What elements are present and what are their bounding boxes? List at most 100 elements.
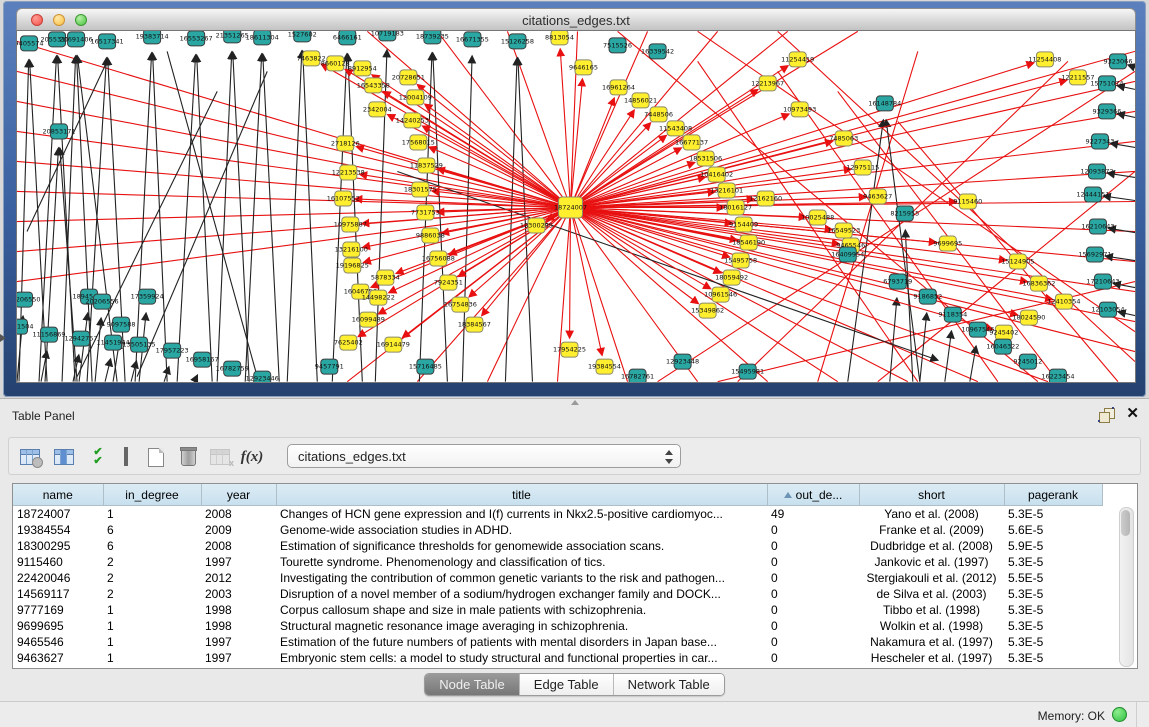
cell-in-degree: 2 — [103, 554, 201, 570]
node-label: 16099489 — [352, 316, 385, 324]
function-builder-icon[interactable]: f(x) — [239, 444, 265, 470]
memory-ok-indicator-icon[interactable] — [1112, 707, 1127, 722]
node-label: 16958167 — [186, 356, 219, 364]
node-label: 14498222 — [362, 294, 395, 302]
node-label: 13216100 — [335, 246, 368, 254]
cell-in-degree: 1 — [103, 506, 201, 523]
node-label: 16339542 — [641, 47, 674, 55]
node-label: 9323066 — [1104, 57, 1133, 65]
cell-out-de-: 0 — [767, 522, 859, 538]
node-label: 7485063 — [829, 134, 858, 142]
cell-short: Wolkin et al. (1998) — [859, 618, 1004, 634]
row-height-icon[interactable] — [113, 444, 139, 470]
node-label: 12213538 — [332, 168, 365, 176]
cell-in-degree: 1 — [103, 618, 201, 634]
column-header-year[interactable]: year — [201, 484, 276, 506]
cell-name: 9465546 — [13, 634, 103, 650]
column-header-out-de-[interactable]: out_de... — [767, 484, 859, 506]
table-scrollbar[interactable] — [1119, 507, 1134, 667]
table-row[interactable]: 1872400712008Changes of HCN gene express… — [13, 506, 1102, 523]
node-label: 9227343 — [1085, 137, 1114, 145]
column-header-short[interactable]: short — [859, 484, 1004, 506]
node-label: 8813054 — [545, 33, 574, 41]
scrollbar-thumb[interactable] — [1121, 510, 1130, 536]
node-label: 20728651 — [392, 73, 425, 81]
cell-pagerank: 5.3E-5 — [1004, 650, 1102, 666]
table-row[interactable]: 911546021997Tourette syndrome. Phenomeno… — [13, 554, 1102, 570]
cell-year: 2012 — [201, 570, 276, 586]
column-header-in-degree[interactable]: in_degree — [103, 484, 201, 506]
network-window-title: citations_edges.txt — [17, 13, 1135, 28]
node-label: 16961264 — [602, 83, 635, 91]
node-label: 16836362 — [1022, 280, 1055, 288]
network-window-titlebar[interactable]: citations_edges.txt — [16, 8, 1136, 31]
float-panel-icon[interactable] — [1099, 408, 1115, 423]
cell-short: Stergiakouli et al. (2012) — [859, 570, 1004, 586]
cell-year: 2009 — [201, 522, 276, 538]
node-label: 7515526 — [603, 41, 632, 49]
cell-short: Jankovic et al. (1997) — [859, 554, 1004, 570]
table-row[interactable]: 969969511998Structural magnetic resonanc… — [13, 618, 1102, 634]
show-column-icon[interactable] — [51, 444, 77, 470]
network-table-select-value: citations_edges.txt — [298, 449, 406, 464]
cell-name: 9699695 — [13, 618, 103, 634]
cell-title: Investigating the contribution of common… — [276, 570, 767, 586]
node-label: 10025488 — [801, 214, 834, 222]
tab-node-table[interactable]: Node Table — [425, 674, 520, 695]
close-panel-icon[interactable]: ✕ — [1126, 405, 1139, 423]
node-label: 15349862 — [691, 307, 724, 315]
node-label: 17957223 — [156, 347, 189, 355]
node-label: 16409954 — [831, 251, 864, 259]
table-row[interactable]: 1830029562008Estimation of significance … — [13, 538, 1102, 554]
table-row[interactable]: 1456911722003Disruption of a novel membe… — [13, 586, 1102, 602]
node-label: 16782759 — [216, 365, 249, 373]
table-row[interactable]: 946554611997Estimation of the future num… — [13, 634, 1102, 650]
node-label: 9886038 — [416, 232, 445, 240]
node-label: 17210643 — [1086, 278, 1119, 286]
cell-year: 1997 — [201, 650, 276, 666]
column-header-title[interactable]: title — [276, 484, 767, 506]
cell-out-de-: 0 — [767, 586, 859, 602]
tab-edge-table[interactable]: Edge Table — [520, 674, 614, 695]
node-label: 16677137 — [675, 138, 708, 146]
node-label: 16549523 — [827, 227, 860, 235]
node-label: 15124905 — [1001, 258, 1034, 266]
new-table-icon[interactable] — [143, 444, 169, 470]
cell-short: Nakamura et al. (1997) — [859, 634, 1004, 650]
cell-title: Estimation of the future numbers of pati… — [276, 634, 767, 650]
node-label: 10973493 — [783, 105, 816, 113]
table-options-icon[interactable] — [17, 444, 43, 470]
network-graph[interactable]: 1872400774638228660128891295416543358234… — [17, 31, 1135, 382]
node-label: 21351265 — [216, 31, 249, 39]
cell-in-degree: 6 — [103, 522, 201, 538]
column-header-name[interactable]: name — [13, 484, 103, 506]
cell-short: Dudbridge et al. (2008) — [859, 538, 1004, 554]
select-columns-icon[interactable]: ✔✔ — [85, 444, 111, 470]
cell-in-degree: 1 — [103, 634, 201, 650]
table-row[interactable]: 2242004622012Investigating the contribut… — [13, 570, 1102, 586]
network-canvas[interactable]: 1872400774638228660128891295416543358234… — [16, 30, 1136, 383]
node-label: 9118354 — [938, 311, 967, 319]
cell-title: Genome-wide association studies in ADHD. — [276, 522, 767, 538]
cell-out-de-: 0 — [767, 650, 859, 666]
control-panel-collapse-arrow-icon[interactable] — [0, 334, 6, 342]
table-row[interactable]: 977716911998Corpus callosum shape and si… — [13, 602, 1102, 618]
tab-network-table[interactable]: Network Table — [614, 674, 724, 695]
node-label: 18739235 — [416, 32, 449, 40]
node-label: 12103054 — [1091, 306, 1124, 314]
column-header-pagerank[interactable]: pagerank — [1004, 484, 1102, 506]
node-label: 8215955 — [890, 210, 919, 218]
cell-name: 18724007 — [13, 506, 103, 523]
node-label: 12975115 — [846, 163, 879, 171]
table-row[interactable]: 1938455462009Genome-wide association stu… — [13, 522, 1102, 538]
network-table-select[interactable]: citations_edges.txt — [287, 444, 681, 468]
node-label: 6793719 — [883, 278, 912, 286]
node-label: 16148784 — [868, 99, 901, 107]
cell-pagerank: 5.3E-5 — [1004, 618, 1102, 634]
table-row[interactable]: 946362711997Embryonic stem cells: a mode… — [13, 650, 1102, 666]
cell-short: de Silva et al. (2003) — [859, 586, 1004, 602]
node-label: 20206556 — [86, 298, 119, 306]
import-table-icon: x — [207, 444, 233, 470]
cell-name: 9463627 — [13, 650, 103, 666]
delete-table-icon[interactable] — [175, 444, 201, 470]
